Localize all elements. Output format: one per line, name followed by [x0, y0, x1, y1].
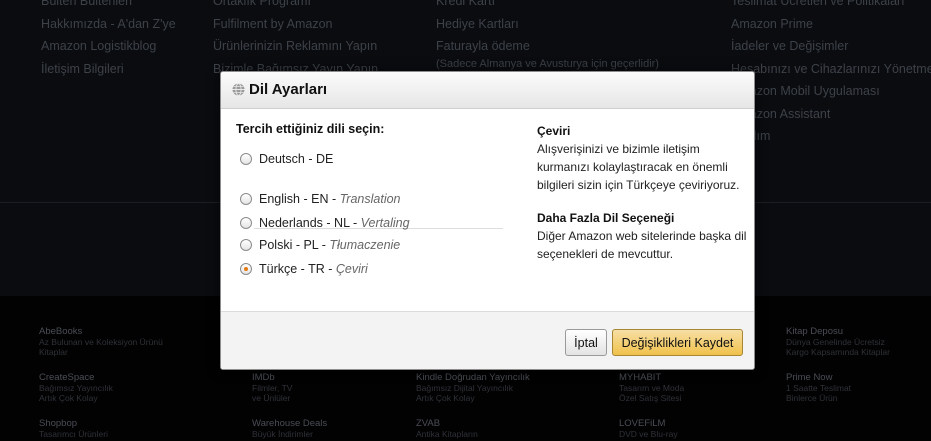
- save-changes-button[interactable]: Değişiklikleri Kaydet: [612, 329, 743, 356]
- service-title: ZVAB: [416, 418, 441, 429]
- footer-link[interactable]: Bülten Bültenleri: [41, 0, 176, 13]
- footer-link[interactable]: Ürünlerinizin Reklamını Yapın: [213, 35, 378, 58]
- service-title: AbeBooks: [39, 326, 83, 337]
- footer-column-earn: Ortaklık Programı Fulfilment by Amazon Ü…: [213, 0, 378, 80]
- footer-link[interactable]: Kredi Kartı: [436, 0, 659, 13]
- service-desc: Özel Satış Sitesi: [619, 393, 682, 403]
- language-prompt: Tercih ettiğiniz dili seçin:: [236, 122, 385, 136]
- service-desc: Bağımsız Yayıncılık: [39, 383, 113, 393]
- service-title: Shopbop: [39, 418, 78, 429]
- language-options: Tercih ettiğiniz dili seçin: Deutsch - D…: [236, 122, 506, 276]
- more-languages-text: Diğer Amazon web sitelerinde başka dil s…: [537, 229, 747, 261]
- language-settings-dialog: Dil Ayarları Tercih ettiğiniz dili seçin…: [220, 71, 755, 370]
- footer-link[interactable]: Fulfilment by Amazon: [213, 13, 378, 36]
- footer-link[interactable]: Ortaklık Programı: [213, 0, 378, 13]
- language-info-panel: Çeviri Alışverişinizi ve bizimle iletişi…: [537, 122, 747, 263]
- service-desc: ve Ünlüler: [252, 393, 291, 403]
- service-desc: Binlerce Ürün: [786, 393, 838, 403]
- dialog-footer: İptal Değişiklikleri Kaydet: [221, 311, 754, 369]
- globe-icon: [232, 83, 245, 96]
- service-title: Kitap Deposu: [786, 326, 844, 337]
- radio-button[interactable]: [240, 217, 252, 229]
- radio-button[interactable]: [240, 239, 252, 251]
- service-title: MYHABIT: [619, 372, 662, 383]
- service-createspace[interactable]: CreateSpace Bağımsız Yayıncılık Artık Ço…: [39, 372, 189, 403]
- language-label: Nederlands - NL - Vertaling: [259, 216, 410, 230]
- service-prime-now[interactable]: Prime Now 1 Saatte Teslimat Binlerce Ürü…: [786, 372, 931, 403]
- service-desc: Kargo Kapsamında Kitaplar: [786, 347, 890, 357]
- footer-link[interactable]: İadeler ve Değişimler: [731, 35, 931, 58]
- service-desc: Büyük İndirimler: [252, 429, 313, 439]
- service-imdb[interactable]: IMDb Filmler, TV ve Ünlüler: [252, 372, 402, 403]
- dialog-header: Dil Ayarları: [221, 72, 754, 109]
- translation-heading: Çeviri: [537, 124, 571, 138]
- service-desc: Kitaplar: [39, 347, 68, 357]
- footer-link[interactable]: Amazon Mobil Uygulaması: [731, 80, 931, 103]
- footer-link[interactable]: Hakkımızda - A'dan Z'ye: [41, 13, 176, 36]
- service-shopbop[interactable]: Shopbop Tasarımcı Ürünleri: [39, 418, 189, 439]
- service-desc: Antika Kitapların: [416, 429, 478, 439]
- service-desc: Artık Çok Kolay: [39, 393, 98, 403]
- service-kindle-publishing[interactable]: Kindle Doğrudan Yayıncılık Bağımsız Diji…: [416, 372, 566, 403]
- footer-column-payment: Kredi Kartı Hediye Kartları Faturayla öd…: [436, 0, 659, 70]
- radio-button[interactable]: [240, 193, 252, 205]
- language-label: Türkçe - TR - Çeviri: [259, 262, 368, 276]
- footer-link[interactable]: Teslimat Ücretleri ve Politikaları: [731, 0, 931, 13]
- service-abebooks[interactable]: AbeBooks Az Bulunan ve Koleksiyon Ürünü …: [39, 326, 189, 357]
- service-kitap-deposu[interactable]: Kitap Deposu Dünya Genelinde Ücretsiz Ka…: [786, 326, 931, 357]
- footer-link[interactable]: Yardım: [731, 125, 931, 148]
- service-warehouse-deals[interactable]: Warehouse Deals Büyük İndirimler: [252, 418, 402, 439]
- service-desc: Tasarımcı Ürünleri: [39, 429, 108, 439]
- footer-link[interactable]: Faturayla ödeme: [436, 35, 659, 58]
- dialog-title: Dil Ayarları: [249, 81, 328, 98]
- footer-link[interactable]: Hesabınızı ve Cihazlarınızı Yönetme: [731, 58, 931, 81]
- footer-link[interactable]: Amazon Logistikblog: [41, 35, 176, 58]
- footer-link[interactable]: Hediye Kartları: [436, 13, 659, 36]
- service-desc: Az Bulunan ve Koleksiyon Ürünü: [39, 337, 163, 347]
- service-title: Warehouse Deals: [252, 418, 328, 429]
- service-title: Kindle Doğrudan Yayıncılık: [416, 372, 530, 383]
- footer-column-about: Bülten Bültenleri Hakkımızda - A'dan Z'y…: [41, 0, 176, 80]
- service-desc: Dünya Genelinde Ücretsiz: [786, 337, 885, 347]
- radio-button-selected[interactable]: [240, 263, 252, 275]
- footer-column-help: Teslimat Ücretleri ve Politikaları Amazo…: [731, 0, 931, 148]
- footer-link[interactable]: Amazon Assistant: [731, 103, 931, 126]
- cancel-button[interactable]: İptal: [565, 329, 607, 356]
- language-label: English - EN - Translation: [259, 192, 401, 206]
- footer-link[interactable]: İletişim Bilgileri: [41, 58, 176, 81]
- language-label: Deutsch - DE: [259, 152, 334, 166]
- radio-button[interactable]: [240, 153, 252, 165]
- service-desc: DVD ve Blu-ray: [619, 429, 678, 439]
- language-label: Polski - PL - Tłumaczenie: [259, 238, 401, 252]
- service-lovefilm[interactable]: LOVEFiLM DVD ve Blu-ray: [619, 418, 769, 439]
- service-desc: 1 Saatte Teslimat: [786, 383, 852, 393]
- footer-link[interactable]: Amazon Prime: [731, 13, 931, 36]
- footer-link[interactable]: (Sadece Almanya ve Avusturya için geçerl…: [436, 58, 659, 70]
- service-desc: Bağımsız Dijital Yayıncılık: [416, 383, 513, 393]
- service-zvab[interactable]: ZVAB Antika Kitapların: [416, 418, 566, 439]
- service-myhabit[interactable]: MYHABIT Tasarım ve Moda Özel Satış Sites…: [619, 372, 769, 403]
- service-desc: Tasarım ve Moda: [619, 383, 685, 393]
- service-desc: Artık Çok Kolay: [416, 393, 475, 403]
- translation-text: Alışverişinizi ve bizimle iletişim kurma…: [537, 142, 740, 192]
- service-title: LOVEFiLM: [619, 418, 666, 429]
- more-languages-heading: Daha Fazla Dil Seçeneği: [537, 211, 675, 225]
- service-title: IMDb: [252, 372, 275, 383]
- service-title: Prime Now: [786, 372, 833, 383]
- service-title: CreateSpace: [39, 372, 95, 383]
- service-desc: Filmler, TV: [252, 383, 293, 393]
